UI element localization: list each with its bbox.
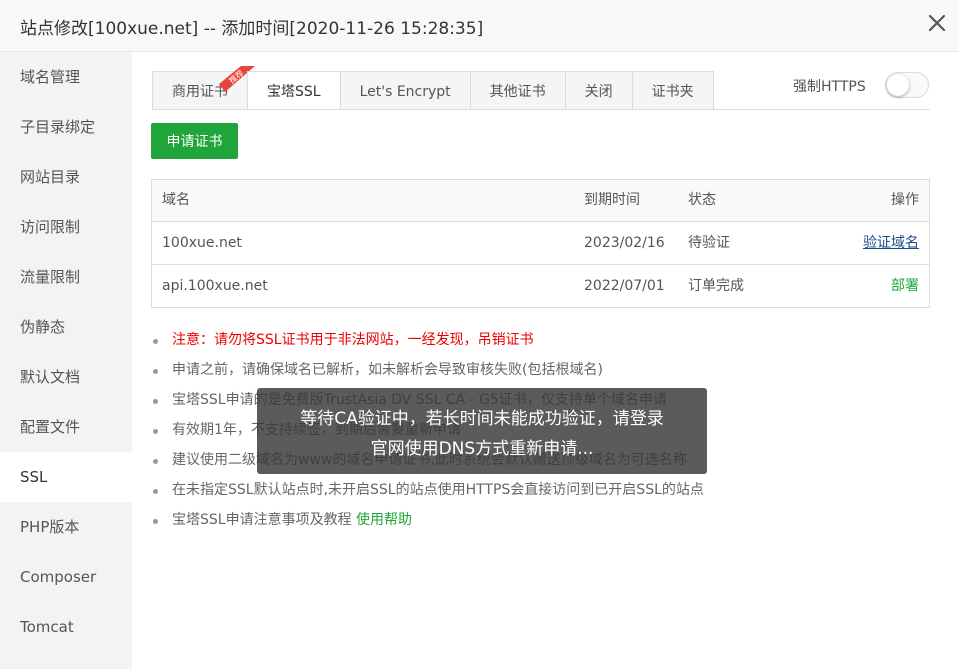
tutorial-text: 宝塔SSL申请注意事项及教程 [172, 512, 352, 528]
close-icon[interactable] [926, 12, 948, 34]
note-item: 在未指定SSL默认站点时,未开启SSL的站点使用HTTPS会直接访问到已开启SS… [152, 478, 704, 508]
toast-line-1: 等待CA验证中，若长时间未能成功验证，请登录 [300, 409, 664, 429]
cell-domain: api.100xue.net [162, 278, 268, 294]
force-https-toggle[interactable] [885, 72, 929, 98]
sidebar-item-config-file[interactable]: 配置文件 [0, 402, 132, 452]
help-link[interactable]: 使用帮助 [356, 512, 412, 528]
table-header-row: 域名 到期时间 状态 操作 [152, 180, 929, 221]
cell-domain: 100xue.net [162, 235, 242, 251]
table-row: api.100xue.net 2022/07/01 订单完成 部署 [152, 264, 929, 307]
toast-message: 等待CA验证中，若长时间未能成功验证，请登录 官网使用DNS方式重新申请... [257, 388, 707, 474]
cell-expire: 2023/02/16 [584, 235, 665, 251]
tab-cert-folder[interactable]: 证书夹 [631, 71, 714, 110]
sidebar-item-ssl[interactable]: SSL [0, 452, 132, 502]
sidebar-item-traffic-limit[interactable]: 流量限制 [0, 252, 132, 302]
apply-cert-button[interactable]: 申请证书 [151, 123, 238, 159]
cell-action: 验证域名 [788, 222, 929, 264]
note-warning: 注意：请勿将SSL证书用于非法网站，一经发现，吊销证书 [152, 328, 704, 358]
sidebar-item-access-limit[interactable]: 访问限制 [0, 202, 132, 252]
sidebar-item-domain-management[interactable]: 域名管理 [0, 52, 132, 102]
table-row: 100xue.net 2023/02/16 待验证 验证域名 [152, 221, 929, 264]
sidebar-item-rewrite[interactable]: 伪静态 [0, 302, 132, 352]
sidebar-item-php-version[interactable]: PHP版本 [0, 502, 132, 552]
deploy-link[interactable]: 部署 [891, 278, 919, 294]
sidebar-item-site-directory[interactable]: 网站目录 [0, 152, 132, 202]
tab-lets-encrypt[interactable]: Let's Encrypt [339, 71, 470, 110]
force-https-label: 强制HTTPS [793, 79, 866, 95]
dialog-title: 站点修改[100xue.net] -- 添加时间[2020-11-26 15:2… [20, 19, 484, 39]
tab-close[interactable]: 关闭 [564, 71, 632, 110]
sidebar: 域名管理 子目录绑定 网站目录 访问限制 流量限制 伪静态 默认文档 配置文件 … [0, 52, 132, 669]
tab-bt-ssl[interactable]: 宝塔SSL [247, 71, 340, 110]
tab-commercial-cert[interactable]: 商用证书 推荐 [152, 66, 255, 110]
verify-domain-link[interactable]: 验证域名 [863, 235, 919, 251]
toast-line-2: 官网使用DNS方式重新申请... [370, 439, 594, 459]
tab-other-cert[interactable]: 其他证书 [469, 71, 565, 110]
dialog-titlebar: 站点修改[100xue.net] -- 添加时间[2020-11-26 15:2… [0, 0, 958, 52]
cell-status: 订单完成 [688, 278, 744, 294]
toggle-knob [887, 74, 909, 96]
cell-expire: 2022/07/01 [584, 278, 665, 294]
sidebar-item-default-document[interactable]: 默认文档 [0, 352, 132, 402]
note-item: 申请之前，请确保域名已解析，如未解析会导致审核失败(包括根域名) [152, 358, 704, 388]
sidebar-item-subdirectory-binding[interactable]: 子目录绑定 [0, 102, 132, 152]
cell-status: 待验证 [688, 235, 730, 251]
tab-divider [152, 109, 930, 110]
ssl-tabs: 商用证书 推荐 宝塔SSL Let's Encrypt 其他证书 关闭 证书夹 [152, 66, 714, 110]
sidebar-item-tomcat[interactable]: Tomcat [0, 602, 132, 652]
cert-table: 域名 到期时间 状态 操作 100xue.net 2023/02/16 待验证 … [151, 179, 930, 308]
cell-action: 部署 [788, 265, 929, 307]
note-tutorial: 宝塔SSL申请注意事项及教程 使用帮助 [152, 508, 704, 538]
header-status: 状态 [688, 192, 716, 208]
header-action: 操作 [891, 192, 919, 208]
header-domain: 域名 [162, 192, 190, 208]
sidebar-item-composer[interactable]: Composer [0, 552, 132, 602]
ssl-panel: 商用证书 推荐 宝塔SSL Let's Encrypt 其他证书 关闭 证书夹 … [132, 52, 958, 669]
header-expire: 到期时间 [584, 192, 640, 208]
